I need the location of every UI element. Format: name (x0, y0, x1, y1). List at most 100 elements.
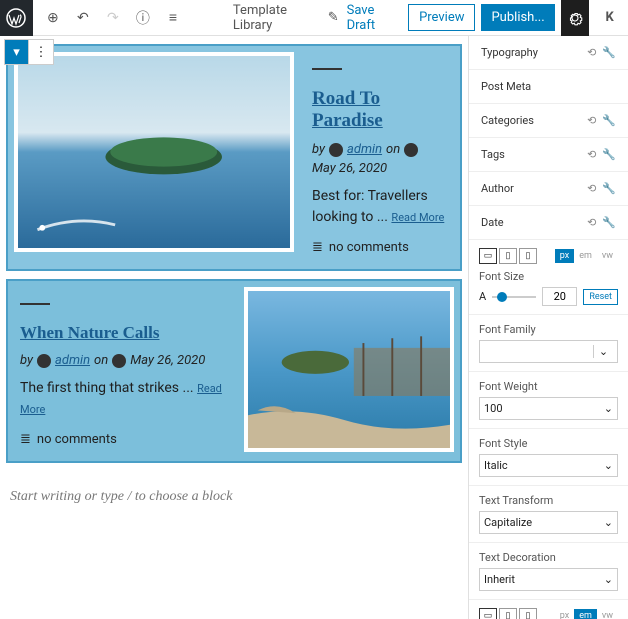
unit-px[interactable]: px (555, 609, 574, 619)
device-mobile[interactable]: ▯ (519, 608, 537, 619)
unit-selector: px em vw (555, 249, 618, 263)
read-more-link[interactable]: Read More (391, 211, 444, 224)
info-icon[interactable]: ⓘ (131, 6, 155, 30)
wrench-icon[interactable]: 🔧 (602, 216, 616, 229)
font-weight-panel: Font Weight 100⌄ (469, 372, 628, 429)
responsive-devices: ▭ ▯ ▯ (479, 248, 537, 264)
wrench-icon[interactable]: 🔧 (602, 182, 616, 195)
post-divider (20, 303, 50, 305)
post-meta: by admin on May 26, 2020 (312, 142, 448, 176)
text-decoration-panel: Text Decoration Inherit⌄ (469, 543, 628, 600)
refresh-icon[interactable]: ⟲ (587, 148, 596, 161)
unit-em[interactable]: em (574, 249, 597, 263)
meta-by: by (312, 142, 325, 157)
chevron-down-icon: ⌄ (604, 459, 613, 472)
font-style-panel: Font Style Italic⌄ (469, 429, 628, 486)
font-family-label: Font Family (479, 323, 618, 336)
text-transform-select[interactable]: Capitalize⌄ (479, 511, 618, 534)
toolbar-left-icons: ⊕ ↶ ↷ ⓘ ≡ (33, 6, 193, 30)
section-tags[interactable]: Tags ⟲🔧 (469, 138, 628, 172)
section-date[interactable]: Date ⟲🔧 (469, 206, 628, 240)
section-author[interactable]: Author ⟲🔧 (469, 172, 628, 206)
post-card: Road To Paradise by admin on May 26, 202… (8, 46, 460, 269)
edit-title-icon[interactable]: ✎ (328, 10, 339, 25)
device-tablet[interactable]: ▯ (499, 248, 517, 264)
block-more-icon[interactable]: ⋮ (29, 40, 53, 64)
post-content: Road To Paradise by admin on May 26, 202… (300, 46, 460, 269)
add-block-icon[interactable]: ⊕ (41, 6, 65, 30)
section-post-meta[interactable]: Post Meta (469, 70, 628, 104)
section-typography[interactable]: Typography ⟲🔧 (469, 36, 628, 70)
post-comments[interactable]: ≣ no comments (20, 432, 226, 447)
post-comments[interactable]: ≣ no comments (312, 240, 448, 255)
wrench-icon[interactable]: 🔧 (602, 46, 616, 59)
wrench-icon[interactable]: 🔧 (602, 114, 616, 127)
chevron-down-icon[interactable]: ⌄ (593, 345, 613, 358)
settings-icon[interactable] (561, 0, 590, 36)
font-family-panel: Font Family ⌄ (469, 315, 628, 372)
kadence-icon[interactable]: K (595, 0, 624, 36)
posts-block[interactable]: Road To Paradise by admin on May 26, 202… (6, 44, 462, 271)
font-style-label: Font Style (479, 437, 618, 450)
post-title[interactable]: Road To Paradise (312, 88, 448, 132)
meta-by: by (20, 353, 33, 368)
post-excerpt: The first thing that strikes ... Read Mo… (20, 378, 226, 420)
unit-px[interactable]: px (555, 249, 574, 263)
save-draft-button[interactable]: Save Draft (339, 0, 402, 39)
device-desktop[interactable]: ▭ (479, 608, 497, 619)
section-categories[interactable]: Categories ⟲🔧 (469, 104, 628, 138)
publish-button[interactable]: Publish... (481, 4, 554, 31)
calendar-icon (112, 354, 126, 368)
comments-icon: ≣ (312, 240, 323, 255)
refresh-icon[interactable]: ⟲ (587, 182, 596, 195)
unit-em[interactable]: em (574, 609, 597, 619)
chevron-down-icon: ⌄ (604, 573, 613, 586)
refresh-icon[interactable]: ⟲ (587, 114, 596, 127)
responsive-devices: ▭ ▯ ▯ (479, 608, 537, 619)
posts-block[interactable]: When Nature Calls by admin on May 26, 20… (6, 279, 462, 463)
refresh-icon[interactable]: ⟲ (587, 216, 596, 229)
post-content: When Nature Calls by admin on May 26, 20… (8, 281, 238, 461)
redo-icon[interactable]: ↷ (101, 6, 125, 30)
refresh-icon[interactable]: ⟲ (587, 46, 596, 59)
font-size-reset[interactable]: Reset (583, 289, 618, 305)
post-author[interactable]: admin (347, 142, 382, 157)
device-tablet[interactable]: ▯ (499, 608, 517, 619)
post-title[interactable]: When Nature Calls (20, 323, 226, 343)
block-placeholder[interactable]: Start writing or type / to choose a bloc… (0, 471, 468, 523)
text-transform-label: Text Transform (479, 494, 618, 507)
avatar-icon (37, 354, 51, 368)
post-date: May 26, 2020 (312, 161, 387, 176)
top-toolbar: ⊕ ↶ ↷ ⓘ ≡ Template Library ✎ Save Draft … (0, 0, 628, 36)
device-mobile[interactable]: ▯ (519, 248, 537, 264)
font-size-slider[interactable] (492, 296, 536, 298)
meta-on: on (386, 142, 400, 157)
avatar-icon (329, 143, 343, 157)
font-size-letter-icon: A (479, 290, 486, 303)
font-style-select[interactable]: Italic⌄ (479, 454, 618, 477)
unit-vw[interactable]: vw (597, 249, 618, 263)
font-weight-select[interactable]: 100⌄ (479, 397, 618, 420)
wrench-icon[interactable]: 🔧 (602, 148, 616, 161)
font-size-input[interactable] (542, 287, 577, 306)
unit-vw[interactable]: vw (597, 609, 618, 619)
post-featured-image[interactable] (244, 287, 454, 452)
preview-button[interactable]: Preview (408, 4, 475, 31)
block-type-icon[interactable]: ▾ (5, 40, 29, 64)
chevron-down-icon: ⌄ (604, 402, 613, 415)
text-transform-panel: Text Transform Capitalize⌄ (469, 486, 628, 543)
text-decoration-select[interactable]: Inherit⌄ (479, 568, 618, 591)
device-desktop[interactable]: ▭ (479, 248, 497, 264)
comments-icon: ≣ (20, 432, 31, 447)
post-author[interactable]: admin (55, 353, 90, 368)
font-weight-label: Font Weight (479, 380, 618, 393)
settings-sidebar: Typography ⟲🔧 Post Meta Categories ⟲🔧 Ta… (468, 36, 628, 619)
post-featured-image[interactable] (14, 52, 294, 252)
block-toolbar: ▾ ⋮ (4, 39, 54, 65)
outline-icon[interactable]: ≡ (161, 6, 185, 30)
editor-canvas[interactable]: ▾ ⋮ Road To Paradise by (0, 36, 468, 619)
undo-icon[interactable]: ↶ (71, 6, 95, 30)
post-date: May 26, 2020 (130, 353, 205, 368)
wordpress-logo[interactable] (0, 0, 33, 36)
font-family-select[interactable]: ⌄ (479, 340, 618, 363)
